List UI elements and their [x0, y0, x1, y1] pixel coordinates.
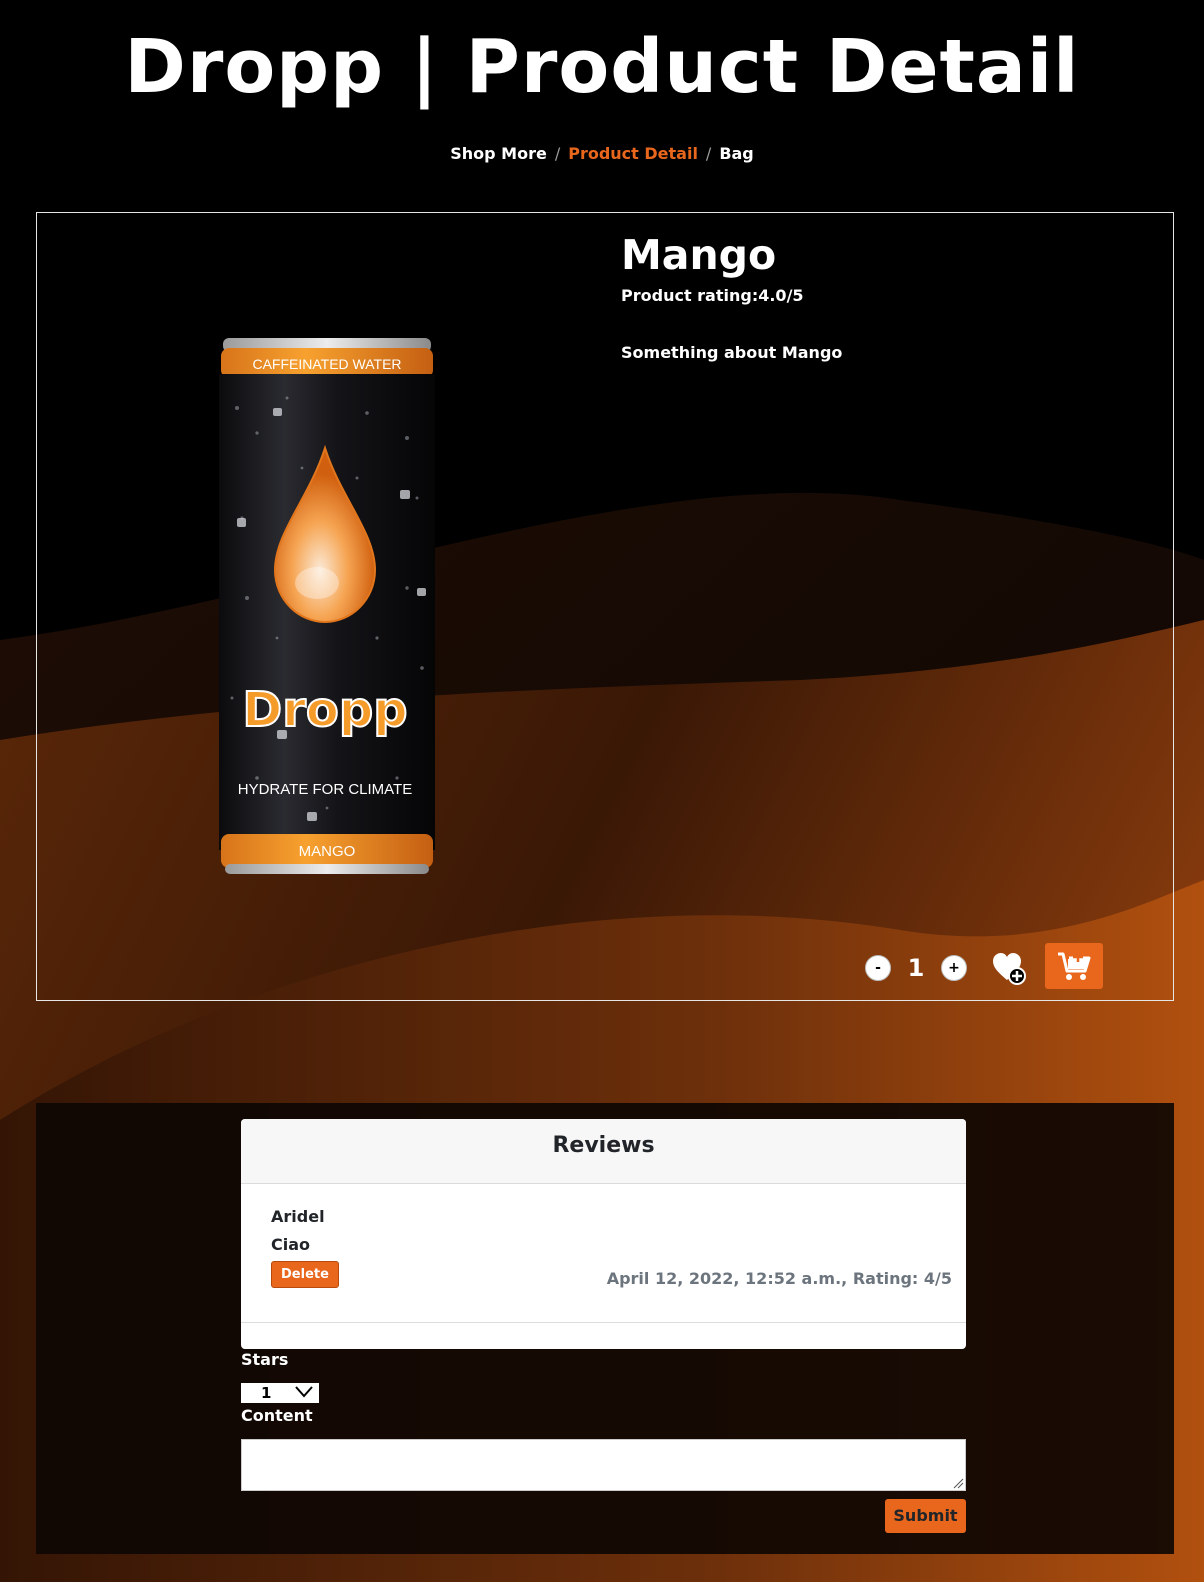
breadcrumb-shop-more[interactable]: Shop More: [450, 144, 547, 163]
divider: [241, 1322, 966, 1323]
can-flavor-text: MANGO: [299, 843, 356, 860]
cart-plus-icon: [1058, 951, 1091, 980]
chevron-down-icon: [295, 1386, 313, 1398]
rating-label: Product rating:: [621, 286, 759, 305]
quantity-stepper: - 1 +: [865, 948, 1027, 988]
stars-label: Stars: [241, 1350, 289, 1369]
product-detail-panel: CAFFEINATED WATER Dropp HYDRATE FOR CLIM…: [36, 212, 1174, 1001]
breadcrumb-separator: /: [554, 144, 561, 163]
can-tagline-text: HYDRATE FOR CLIMATE: [238, 781, 412, 798]
product-description: Something about Mango: [621, 343, 843, 362]
reviews-header: Reviews: [241, 1119, 966, 1184]
decrement-button[interactable]: -: [865, 955, 891, 981]
stars-select[interactable]: 1: [241, 1383, 319, 1403]
can-top-text: CAFFEINATED WATER: [252, 356, 401, 372]
minus-icon: -: [875, 960, 881, 976]
reviews-section: Reviews Aridel Ciao Delete April 12, 202…: [36, 1103, 1174, 1554]
page-title: Dropp | Product Detail: [124, 24, 1080, 110]
delete-review-button[interactable]: Delete: [271, 1261, 339, 1288]
product-name: Mango: [621, 231, 777, 279]
increment-button[interactable]: +: [941, 955, 967, 981]
reviews-card: Reviews Aridel Ciao Delete April 12, 202…: [241, 1119, 966, 1349]
stars-select-value: 1: [261, 1384, 272, 1402]
submit-button[interactable]: Submit: [885, 1499, 966, 1533]
can-brand-text: Dropp: [242, 682, 407, 738]
page: Dropp | Product Detail Shop More / Product…: [0, 0, 1204, 1582]
review-content: Ciao: [271, 1235, 311, 1254]
resize-handle-icon[interactable]: [952, 1477, 964, 1489]
breadcrumb-bag[interactable]: Bag: [719, 144, 753, 163]
product-can-illustration: CAFFEINATED WATER Dropp HYDRATE FOR CLIM…: [219, 338, 435, 874]
rating-value: 4.0/5: [758, 286, 804, 305]
plus-icon: +: [948, 960, 960, 976]
review-author: Aridel: [271, 1207, 325, 1226]
review-meta: April 12, 2022, 12:52 a.m., Rating: 4/5: [606, 1269, 952, 1288]
content-textarea[interactable]: [241, 1439, 966, 1491]
heart-plus-icon: [993, 953, 1026, 985]
product-image: CAFFEINATED WATER Dropp HYDRATE FOR CLIM…: [217, 338, 442, 883]
breadcrumb-separator: /: [705, 144, 712, 163]
breadcrumb: Shop More / Product Detail / Bag: [0, 144, 1204, 163]
quantity-value: 1: [907, 954, 925, 982]
content-label: Content: [241, 1406, 313, 1425]
add-to-cart-button[interactable]: [1045, 943, 1103, 989]
add-to-wishlist-button[interactable]: [991, 950, 1027, 986]
product-rating: Product rating:4.0/5: [621, 286, 804, 305]
breadcrumb-product-detail[interactable]: Product Detail: [568, 144, 698, 163]
